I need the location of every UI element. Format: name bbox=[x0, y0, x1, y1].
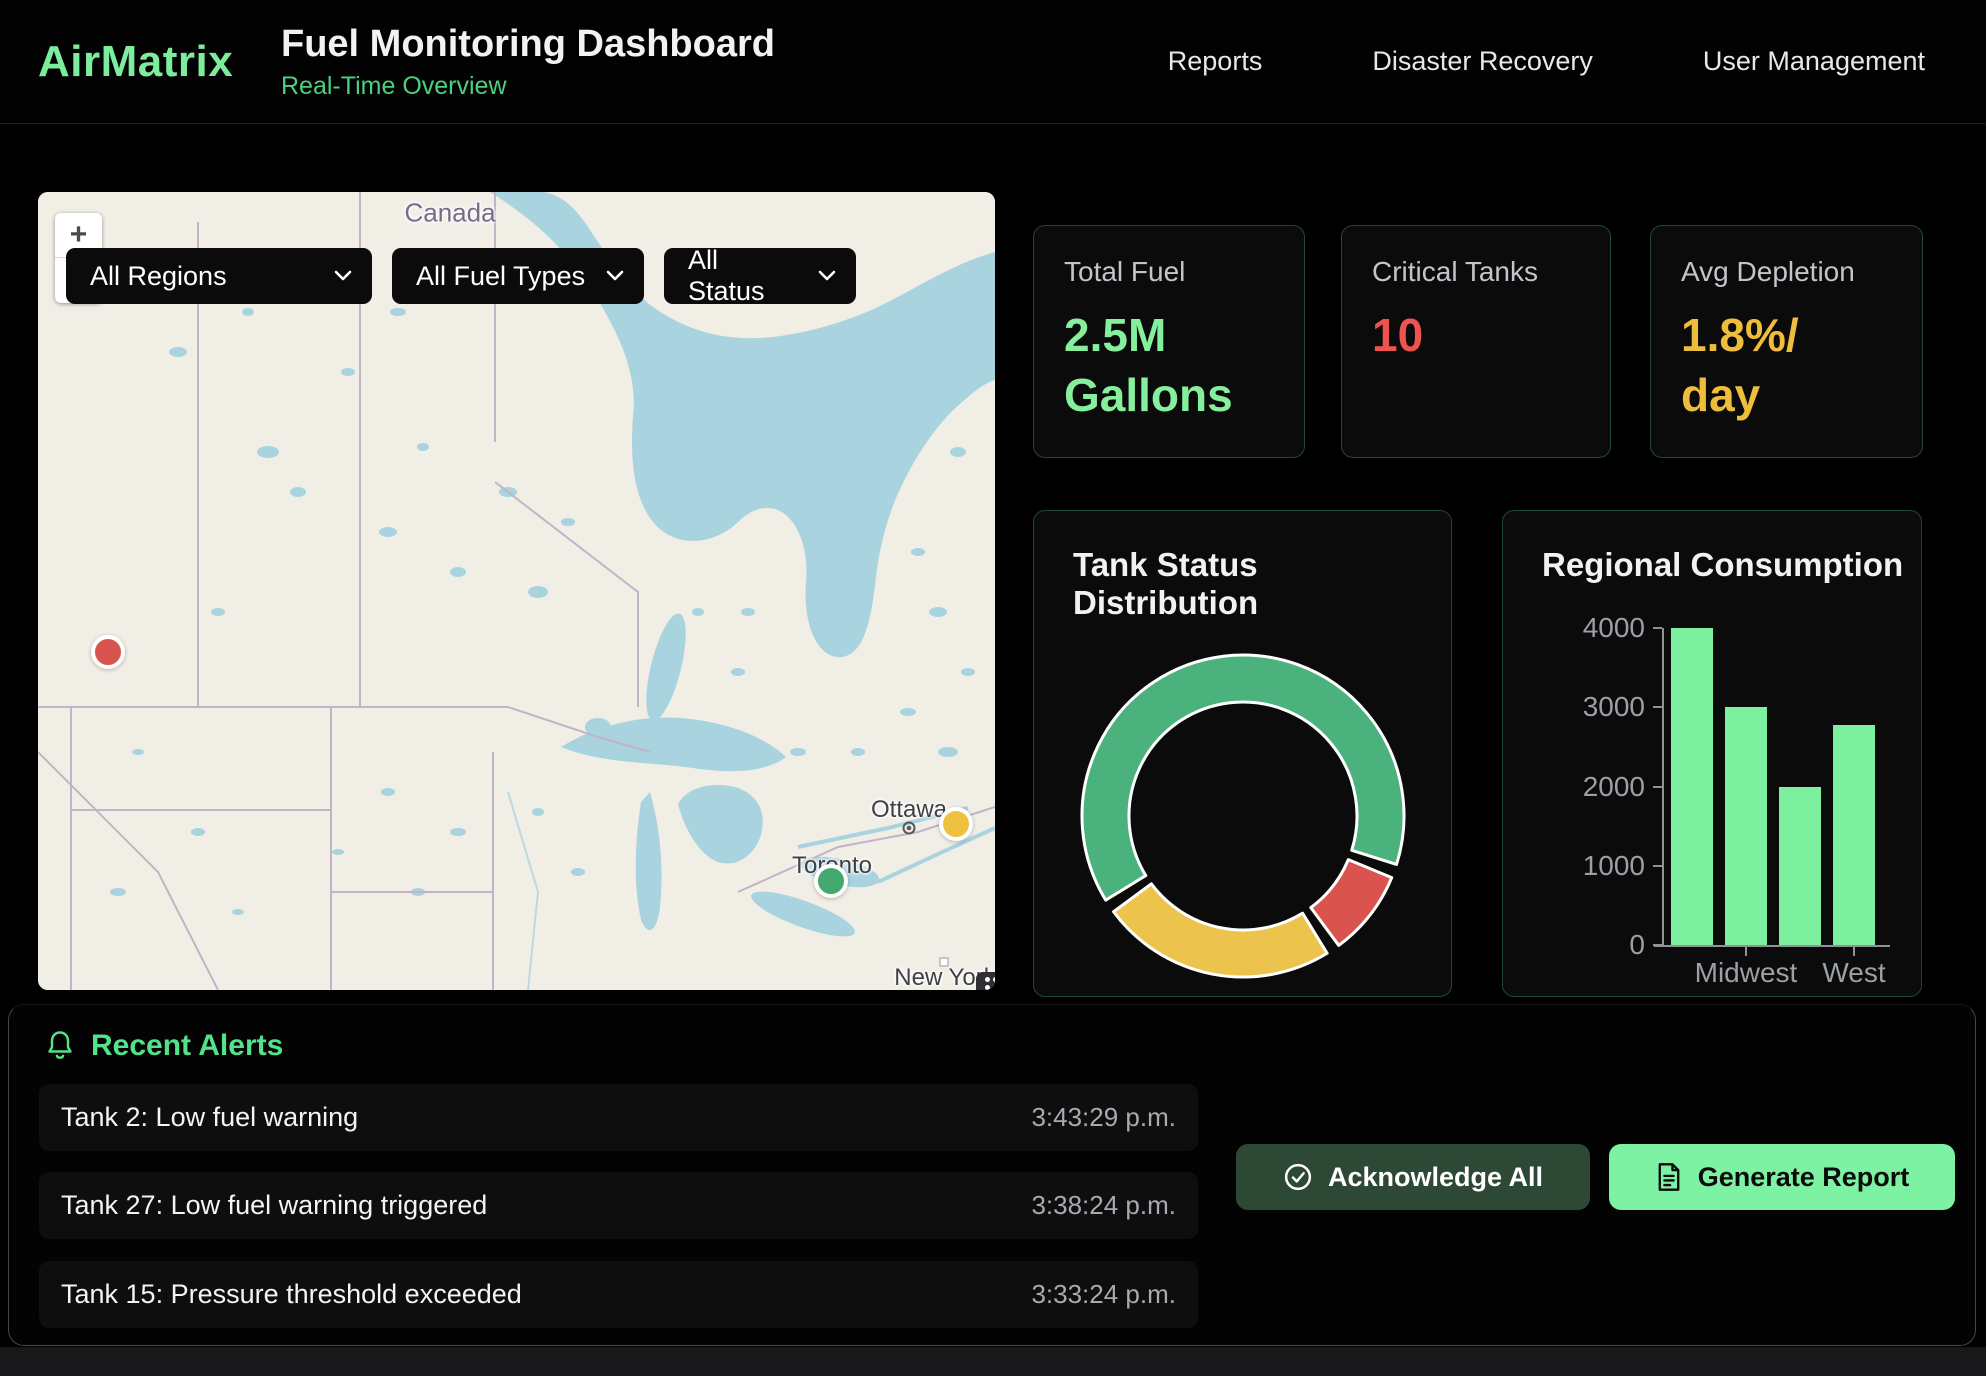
y-tick-label: 1000 bbox=[1545, 850, 1645, 882]
map-marker-normal[interactable] bbox=[814, 864, 848, 898]
stat-card-critical-tanks: Critical Tanks 10 bbox=[1341, 225, 1611, 458]
status-filter-select[interactable]: All Status bbox=[664, 248, 856, 304]
acknowledge-all-button[interactable]: Acknowledge All bbox=[1236, 1144, 1590, 1210]
page-title: Fuel Monitoring Dashboard bbox=[281, 23, 775, 66]
stat-value: 10 bbox=[1372, 306, 1580, 366]
map-label-canada: Canada bbox=[404, 198, 495, 229]
chevron-down-icon bbox=[334, 270, 352, 282]
stat-label: Critical Tanks bbox=[1372, 256, 1580, 288]
chevron-down-icon bbox=[818, 270, 836, 282]
stat-label: Total Fuel bbox=[1064, 256, 1274, 288]
alert-message: Tank 2: Low fuel warning bbox=[61, 1102, 358, 1133]
regional-consumption-bar-chart: 01000200030004000MidwestWest bbox=[1503, 511, 1923, 998]
map-resize-handle-icon[interactable] bbox=[976, 972, 995, 990]
map-label-ottawa: Ottawa bbox=[871, 796, 947, 824]
nav-item-disaster-recovery[interactable]: Disaster Recovery bbox=[1372, 46, 1593, 77]
y-axis bbox=[1662, 628, 1664, 945]
main-nav: Reports Disaster Recovery User Managemen… bbox=[1168, 46, 1986, 77]
region-filter-select[interactable]: All Regions bbox=[66, 248, 372, 304]
tank-status-card: Tank Status Distribution bbox=[1033, 510, 1452, 997]
x-tick-mark bbox=[1853, 947, 1855, 956]
alert-row[interactable]: Tank 27: Low fuel warning triggered 3:38… bbox=[39, 1172, 1198, 1239]
alert-time: 3:38:24 p.m. bbox=[1031, 1190, 1176, 1221]
map-marker-warning[interactable] bbox=[939, 807, 973, 841]
report-document-icon bbox=[1655, 1162, 1683, 1192]
map-marker-critical[interactable] bbox=[91, 635, 125, 669]
y-tick-mark bbox=[1653, 944, 1662, 946]
status-filter-value: All Status bbox=[688, 245, 802, 307]
x-tick-mark bbox=[1745, 947, 1747, 956]
recent-alerts-panel: Recent Alerts Tank 2: Low fuel warning 3… bbox=[8, 1004, 1976, 1346]
footer-strip bbox=[0, 1347, 1986, 1376]
stat-value: 1.8%/day bbox=[1681, 306, 1892, 426]
alert-time: 3:33:24 p.m. bbox=[1031, 1279, 1176, 1310]
nav-item-user-management[interactable]: User Management bbox=[1703, 46, 1925, 77]
acknowledge-all-label: Acknowledge All bbox=[1328, 1162, 1543, 1193]
region-filter-value: All Regions bbox=[90, 261, 227, 292]
y-tick-label: 2000 bbox=[1545, 771, 1645, 803]
consumption-bar bbox=[1725, 707, 1767, 945]
regional-consumption-card: Regional Consumption 01000200030004000Mi… bbox=[1502, 510, 1922, 997]
y-tick-mark bbox=[1653, 786, 1662, 788]
stat-label: Avg Depletion bbox=[1681, 256, 1892, 288]
app-header: AirMatrix Fuel Monitoring Dashboard Real… bbox=[0, 0, 1986, 124]
alert-message: Tank 27: Low fuel warning triggered bbox=[61, 1190, 487, 1221]
alerts-heading-text: Recent Alerts bbox=[91, 1029, 283, 1063]
y-tick-label: 4000 bbox=[1545, 612, 1645, 644]
y-tick-label: 0 bbox=[1545, 929, 1645, 961]
stat-value: 2.5MGallons bbox=[1064, 306, 1274, 426]
fuel-type-filter-value: All Fuel Types bbox=[416, 261, 585, 292]
generate-report-button[interactable]: Generate Report bbox=[1609, 1144, 1955, 1210]
tank-status-donut-chart bbox=[1073, 646, 1413, 986]
alert-time: 3:43:29 p.m. bbox=[1031, 1102, 1176, 1133]
y-tick-mark bbox=[1653, 627, 1662, 629]
alerts-heading: Recent Alerts bbox=[45, 1029, 283, 1063]
donut-chart-title: Tank Status Distribution bbox=[1034, 511, 1451, 622]
new-york-town-icon bbox=[940, 958, 949, 967]
fuel-type-filter-select[interactable]: All Fuel Types bbox=[392, 248, 644, 304]
consumption-bar bbox=[1833, 725, 1875, 945]
alert-message: Tank 15: Pressure threshold exceeded bbox=[61, 1279, 522, 1310]
map-filters: All Regions All Fuel Types All Status bbox=[66, 248, 856, 304]
chevron-down-icon bbox=[606, 270, 624, 282]
y-tick-label: 3000 bbox=[1545, 691, 1645, 723]
check-circle-icon bbox=[1283, 1162, 1313, 1192]
page-subtitle: Real-Time Overview bbox=[281, 72, 775, 101]
brand-logo: AirMatrix bbox=[38, 37, 281, 87]
y-tick-mark bbox=[1653, 865, 1662, 867]
stat-card-total-fuel: Total Fuel 2.5MGallons bbox=[1033, 225, 1305, 458]
bell-icon bbox=[45, 1030, 75, 1062]
y-tick-mark bbox=[1653, 706, 1662, 708]
stat-card-avg-depletion: Avg Depletion 1.8%/day bbox=[1650, 225, 1923, 458]
x-tick-label: West bbox=[1784, 957, 1924, 989]
nav-item-reports[interactable]: Reports bbox=[1168, 46, 1263, 77]
title-block: Fuel Monitoring Dashboard Real-Time Over… bbox=[281, 23, 775, 101]
alert-row[interactable]: Tank 15: Pressure threshold exceeded 3:3… bbox=[39, 1261, 1198, 1328]
consumption-bar bbox=[1779, 787, 1821, 946]
ottawa-town-icon bbox=[903, 822, 916, 835]
generate-report-label: Generate Report bbox=[1698, 1162, 1910, 1193]
map-canvas[interactable]: Canada Ottawa Toronto New York + − All R… bbox=[38, 192, 995, 990]
alert-row[interactable]: Tank 2: Low fuel warning 3:43:29 p.m. bbox=[39, 1084, 1198, 1151]
consumption-bar bbox=[1671, 628, 1713, 945]
